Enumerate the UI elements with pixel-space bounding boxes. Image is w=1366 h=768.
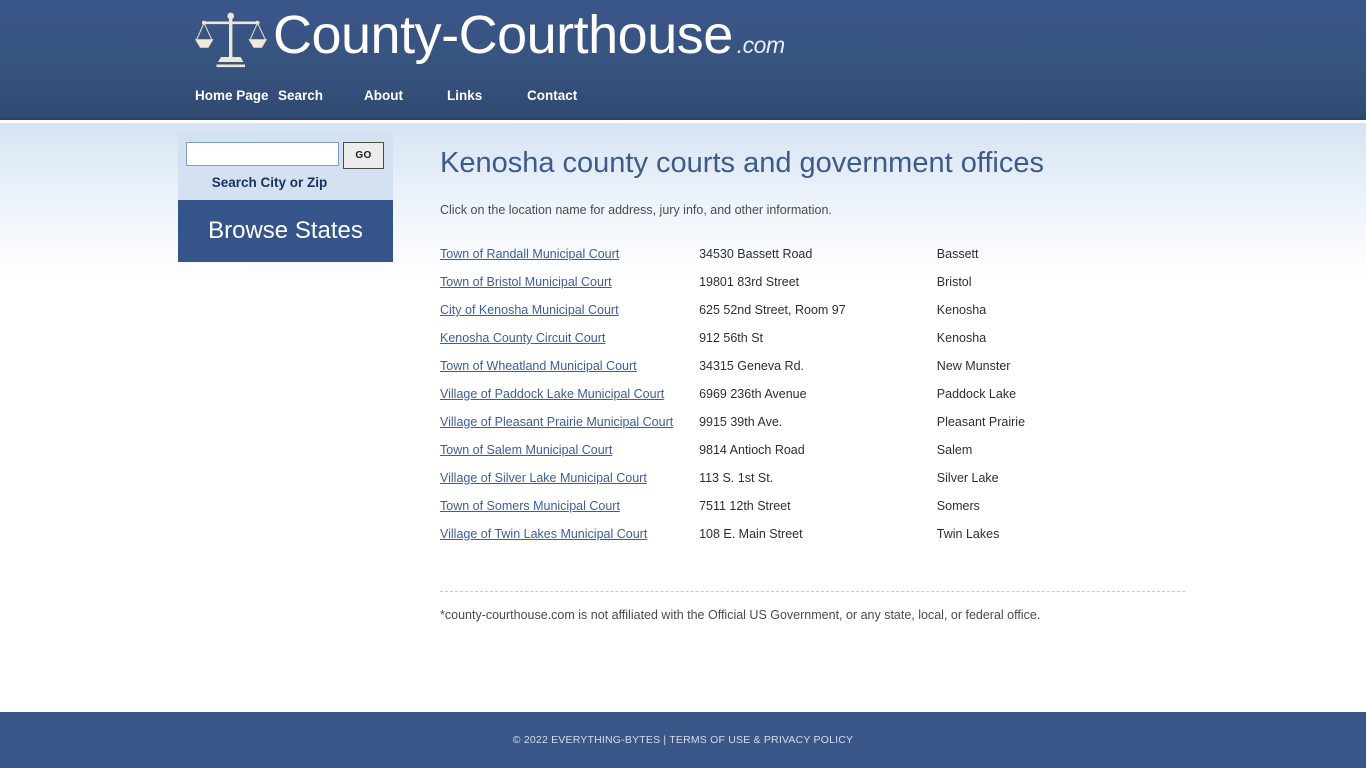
table-row: Kenosha County Circuit Court 912 56th St…	[440, 325, 1140, 353]
table-row: Town of Salem Municipal Court 9814 Antio…	[440, 437, 1140, 465]
cell-court-name: Village of Silver Lake Municipal Court	[440, 465, 699, 493]
site-footer: © 2022 EVERYTHING-BYTES | TERMS OF USE &…	[0, 712, 1366, 768]
cell-court-name: Town of Randall Municipal Court	[440, 241, 699, 269]
table-row: Village of Silver Lake Municipal Court 1…	[440, 465, 1140, 493]
nav-item-about[interactable]: About	[364, 88, 447, 103]
scales-of-justice-icon	[195, 12, 267, 68]
disclaimer-text: *county-courthouse.com is not affiliated…	[440, 608, 1041, 622]
table-row: Town of Wheatland Municipal Court 34315 …	[440, 353, 1140, 381]
court-link[interactable]: Village of Paddock Lake Municipal Court	[440, 387, 664, 401]
nav-item-home-page[interactable]: Home Page	[195, 88, 278, 103]
cell-city: Silver Lake	[936, 471, 999, 485]
nav-item-contact[interactable]: Contact	[527, 88, 577, 103]
main-content: Kenosha county courts and government off…	[440, 123, 1188, 622]
sidebar: GO Search City or Zip Browse States	[178, 133, 393, 262]
footer-copyright: © 2022 EVERYTHING-BYTES |	[512, 734, 670, 746]
cell-city: Twin Lakes	[936, 527, 1000, 541]
cell-court-name: City of Kenosha Municipal Court	[440, 297, 699, 325]
search-row: GO	[186, 142, 385, 169]
cell-court-name: Village of Twin Lakes Municipal Court	[440, 521, 699, 549]
courts-table: Town of Randall Municipal Court 34530 Ba…	[440, 241, 1140, 549]
search-caption: Search City or Zip	[211, 175, 328, 190]
footer-terms-link[interactable]: TERMS OF USE & PRIVACY POLICY	[669, 734, 853, 746]
table-row: Village of Paddock Lake Municipal Court …	[440, 381, 1140, 409]
court-link[interactable]: Town of Bristol Municipal Court	[440, 275, 612, 289]
court-link[interactable]: Town of Salem Municipal Court	[440, 443, 612, 457]
cell-court-name: Town of Salem Municipal Court	[440, 437, 699, 465]
table-row: Town of Somers Municipal Court 7511 12th…	[440, 493, 1140, 521]
cell-court-name: Village of Pleasant Prairie Municipal Co…	[440, 409, 699, 437]
court-link[interactable]: Village of Twin Lakes Municipal Court	[440, 527, 647, 541]
content-wrapper: GO Search City or Zip Browse States Keno…	[0, 123, 1366, 622]
site-header: County-Courthouse .com Home Page Search A…	[0, 0, 1366, 120]
cell-city: Kenosha	[936, 331, 987, 345]
court-link[interactable]: Village of Silver Lake Municipal Court	[440, 471, 647, 485]
cell-address: 625 52nd Street, Room 97	[699, 303, 846, 317]
cell-city: Bassett	[936, 247, 979, 261]
cell-address: 108 E. Main Street	[699, 527, 803, 541]
court-link[interactable]: Town of Randall Municipal Court	[440, 247, 619, 261]
cell-city: Bristol	[936, 275, 972, 289]
cell-court-name: Village of Paddock Lake Municipal Court	[440, 381, 699, 409]
cell-address: 9915 39th Ave.	[699, 415, 783, 429]
cell-city: Paddock Lake	[936, 387, 1017, 401]
courts-table-body: Town of Randall Municipal Court 34530 Ba…	[440, 241, 1140, 549]
cell-city: Somers	[936, 499, 980, 513]
table-row: City of Kenosha Municipal Court 625 52nd…	[440, 297, 1140, 325]
browse-states-button[interactable]: Browse States	[178, 200, 393, 262]
cell-city: Kenosha	[936, 303, 987, 317]
search-input[interactable]	[186, 142, 339, 166]
cell-address: 34315 Geneva Rd.	[699, 359, 805, 373]
main-navigation: Home Page Search About Links Contact	[195, 88, 577, 103]
content-container: GO Search City or Zip Browse States Keno…	[178, 123, 1188, 622]
cell-city: New Munster	[936, 359, 1011, 373]
brand-tld: .com	[736, 32, 785, 58]
cell-court-name: Town of Somers Municipal Court	[440, 493, 699, 521]
intro-text: Click on the location name for address, …	[440, 203, 832, 217]
cell-court-name: Town of Wheatland Municipal Court	[440, 353, 699, 381]
cell-address: 9814 Antioch Road	[699, 443, 805, 457]
brand-name: County-Courthouse	[273, 5, 733, 65]
cell-address: 6969 236th Avenue	[699, 387, 807, 401]
site-title: County-Courthouse .com	[273, 4, 785, 76]
site-logo[interactable]: County-Courthouse .com	[195, 4, 785, 76]
court-link[interactable]: Town of Somers Municipal Court	[440, 499, 620, 513]
cell-city: Pleasant Prairie	[936, 415, 1026, 429]
header-inner: County-Courthouse .com Home Page Search A…	[183, 0, 1183, 117]
disclaimer-divider	[440, 591, 1185, 592]
table-row: Town of Randall Municipal Court 34530 Ba…	[440, 241, 1140, 269]
court-link[interactable]: Village of Pleasant Prairie Municipal Co…	[440, 415, 673, 429]
nav-item-links[interactable]: Links	[447, 88, 527, 103]
cell-court-name: Town of Bristol Municipal Court	[440, 269, 699, 297]
nav-item-search[interactable]: Search	[278, 88, 364, 103]
footer-text: © 2022 EVERYTHING-BYTES | TERMS OF USE &…	[0, 712, 1366, 768]
cell-address: 912 56th St	[699, 331, 764, 345]
court-link[interactable]: Town of Wheatland Municipal Court	[440, 359, 637, 373]
table-row: Town of Bristol Municipal Court 19801 83…	[440, 269, 1140, 297]
cell-court-name: Kenosha County Circuit Court	[440, 325, 699, 353]
court-link[interactable]: Kenosha County Circuit Court	[440, 331, 605, 345]
cell-address: 113 S. 1st St.	[699, 471, 774, 485]
cell-address: 34530 Bassett Road	[699, 247, 813, 261]
table-row: Village of Twin Lakes Municipal Court 10…	[440, 521, 1140, 549]
cell-city: Salem	[936, 443, 973, 457]
page-title: Kenosha county courts and government off…	[440, 147, 1045, 179]
cell-address: 19801 83rd Street	[699, 275, 800, 289]
cell-address: 7511 12th Street	[699, 499, 791, 513]
court-link[interactable]: City of Kenosha Municipal Court	[440, 303, 619, 317]
search-go-button[interactable]: GO	[343, 142, 384, 169]
search-panel: GO Search City or Zip	[178, 133, 393, 200]
table-row: Village of Pleasant Prairie Municipal Co…	[440, 409, 1140, 437]
